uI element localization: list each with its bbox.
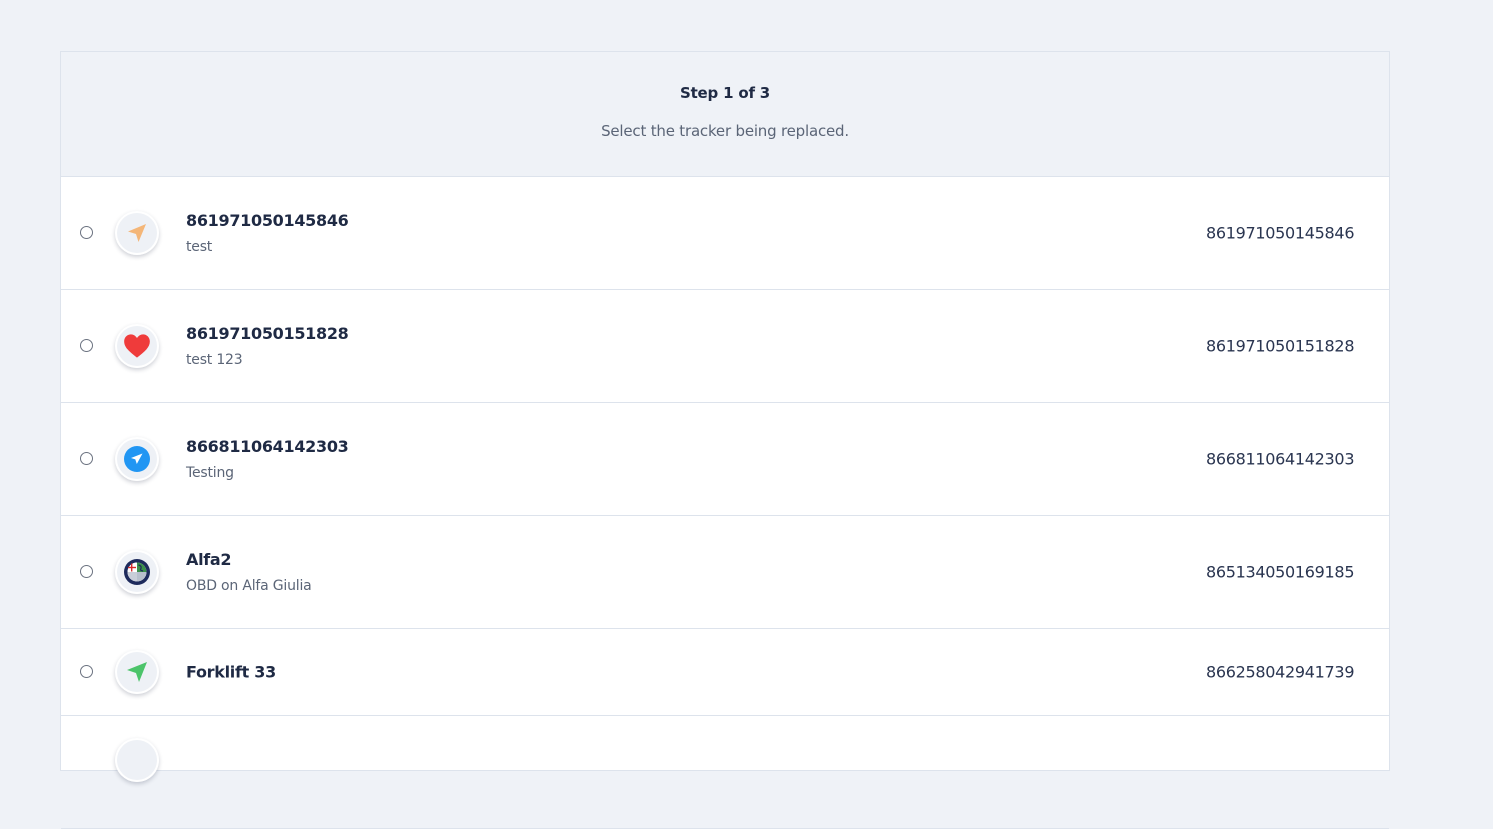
tracker-row[interactable] <box>61 716 1389 829</box>
tracker-imei: 861971050151828 <box>1206 336 1355 356</box>
tracker-avatar <box>115 324 159 368</box>
tracker-imei: 861971050145846 <box>1206 223 1355 243</box>
tracker-selection-panel: Step 1 of 3 Select the tracker being rep… <box>60 51 1390 829</box>
tracker-description: Testing <box>186 465 234 481</box>
tracker-imei: 866811064142303 <box>1206 449 1355 469</box>
step-title: Step 1 of 3 <box>679 84 771 102</box>
tracker-radio[interactable] <box>80 339 93 352</box>
tracker-avatar <box>115 650 159 694</box>
tracker-avatar <box>115 437 159 481</box>
tracker-avatar <box>115 550 159 594</box>
tracker-row[interactable]: 866811064142303 Testing 866811064142303 <box>61 403 1389 516</box>
tracker-description: test <box>186 239 213 255</box>
tracker-radio[interactable] <box>80 565 93 578</box>
tracker-imei: 865134050169185 <box>1206 562 1355 582</box>
tracker-name: Forklift 33 <box>186 662 276 682</box>
navigation-arrow-icon <box>128 224 146 242</box>
step-header: Step 1 of 3 Select the tracker being rep… <box>61 52 1389 177</box>
tracker-radio[interactable] <box>80 665 93 678</box>
tracker-row[interactable]: 861971050145846 test 861971050145846 <box>61 177 1389 290</box>
tracker-row[interactable]: Alfa2 OBD on Alfa Giulia 865134050169185 <box>61 516 1389 629</box>
alfa-romeo-logo-icon <box>124 559 150 585</box>
tracker-radio[interactable] <box>80 226 93 239</box>
tracker-name: 861971050151828 <box>186 324 349 343</box>
tracker-radio[interactable] <box>80 452 93 465</box>
tracker-row[interactable]: Forklift 33 866258042941739 <box>61 629 1389 716</box>
tracker-description: test 123 <box>186 352 243 368</box>
tracker-avatar <box>115 738 159 782</box>
tracker-name: 866811064142303 <box>186 437 349 456</box>
tracker-row[interactable]: 861971050151828 test 123 861971050151828 <box>61 290 1389 403</box>
tracker-avatar <box>115 211 159 255</box>
tracker-name: Alfa2 <box>186 550 232 569</box>
telegram-icon <box>124 446 150 472</box>
navigation-arrow-icon <box>127 662 147 682</box>
heart-icon <box>124 334 150 358</box>
tracker-name: 861971050145846 <box>186 211 349 230</box>
tracker-imei: 866258042941739 <box>1206 662 1355 682</box>
step-instruction: Select the tracker being replaced. <box>601 122 849 140</box>
tracker-description: OBD on Alfa Giulia <box>186 578 312 594</box>
